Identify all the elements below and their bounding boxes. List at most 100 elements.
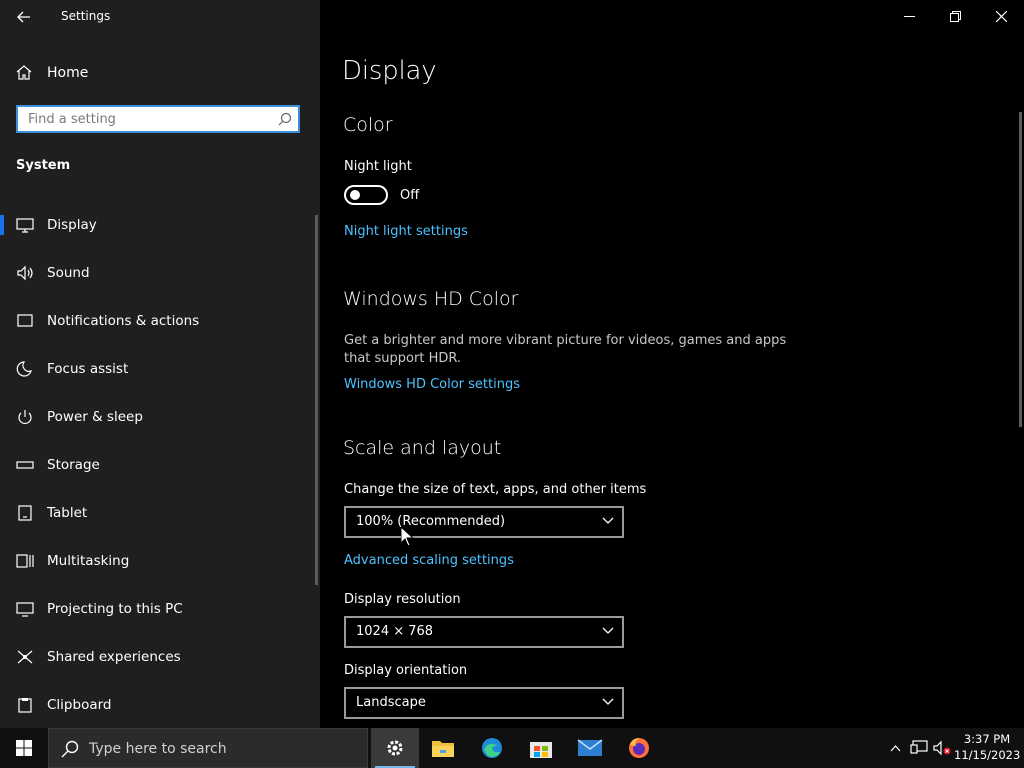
taskbar-mail[interactable] (566, 728, 614, 768)
sidebar-item-projecting[interactable]: Projecting to this PC (0, 589, 312, 629)
network-icon (910, 740, 928, 754)
edge-icon (482, 738, 502, 758)
sidebar-item-home[interactable]: Home (0, 58, 320, 88)
color-heading: Color (343, 114, 393, 136)
orientation-dropdown[interactable]: Landscape (344, 687, 624, 719)
sidebar-item-notifications[interactable]: Notifications & actions (0, 301, 312, 341)
clock-time: 3:37 PM (963, 732, 1011, 746)
firefox-icon (629, 738, 649, 758)
sidebar-item-clipboard[interactable]: Clipboard (0, 685, 312, 725)
notification-icon (17, 314, 33, 327)
sidebar-item-label: Focus assist (47, 361, 129, 377)
search-icon (61, 740, 79, 758)
projecting-icon (16, 602, 34, 617)
sidebar-item-multitasking[interactable]: Multitasking (0, 541, 312, 581)
hd-color-settings-link[interactable]: Windows HD Color settings (344, 377, 520, 392)
search-placeholder: Find a setting (28, 112, 116, 127)
night-light-settings-link[interactable]: Night light settings (344, 224, 468, 239)
sidebar-item-label: Notifications & actions (47, 313, 200, 329)
hd-color-description: Get a brighter and more vibrant picture … (344, 333, 787, 366)
clock-date: 11/15/2023 (954, 748, 1021, 762)
orientation-label: Display orientation (344, 663, 468, 678)
sidebar-item-label: Power & sleep (47, 409, 143, 425)
scale-dropdown[interactable]: 100% (Recommended) (344, 506, 624, 538)
network-tray-button[interactable] (907, 728, 931, 768)
resolution-value: 1024 × 768 (356, 624, 434, 639)
resolution-dropdown[interactable]: 1024 × 768 (344, 616, 624, 648)
mail-icon (577, 739, 603, 756)
mouse-cursor-icon (401, 527, 413, 546)
volume-tray-button[interactable] (931, 728, 953, 768)
multitasking-icon (16, 554, 34, 568)
minimize-icon (903, 15, 915, 17)
back-button[interactable] (12, 6, 36, 28)
show-hidden-icons-button[interactable] (884, 728, 906, 768)
minimize-button[interactable] (886, 0, 932, 33)
sidebar-item-focus-assist[interactable]: Focus assist (0, 349, 312, 389)
clipboard-icon (18, 698, 32, 713)
chevron-down-icon (602, 698, 614, 705)
sidebar-item-tablet[interactable]: Tablet (0, 493, 312, 533)
title-bar: Settings (0, 0, 320, 33)
toggle-knob (350, 190, 360, 200)
close-button[interactable] (978, 0, 1024, 33)
taskbar-search-placeholder: Type here to search (89, 741, 227, 757)
sidebar-item-label: Storage (47, 457, 100, 473)
restore-icon (949, 11, 961, 22)
app-title: Settings (61, 9, 111, 23)
taskbar-settings[interactable] (371, 728, 419, 768)
volume-muted-icon (933, 740, 951, 756)
scale-label: Change the size of text, apps, and other… (344, 482, 647, 497)
restore-button[interactable] (932, 0, 978, 33)
advanced-scaling-link[interactable]: Advanced scaling settings (344, 553, 514, 568)
taskbar-store[interactable] (517, 728, 565, 768)
taskbar-clock[interactable]: 3:37 PM 11/15/2023 (954, 731, 1020, 763)
power-icon (18, 410, 32, 424)
taskbar-search-box[interactable]: Type here to search (48, 728, 368, 768)
taskbar-edge[interactable] (468, 728, 516, 768)
sidebar-item-display[interactable]: Display (0, 205, 312, 245)
search-input[interactable]: Find a setting (16, 105, 300, 133)
sidebar-item-storage[interactable]: Storage (0, 445, 312, 485)
store-icon (530, 742, 552, 758)
sidebar-item-sound[interactable]: Sound (0, 253, 312, 293)
tablet-icon (18, 505, 32, 521)
speaker-icon (17, 265, 33, 281)
file-explorer-icon (432, 741, 454, 757)
scale-layout-heading: Scale and layout (343, 437, 502, 459)
close-icon (995, 11, 1007, 22)
night-light-label: Night light (344, 159, 412, 174)
sidebar-item-label: Shared experiences (47, 649, 181, 665)
start-button[interactable] (0, 728, 48, 768)
orientation-value: Landscape (356, 695, 426, 710)
main-scrollbar[interactable] (1019, 112, 1022, 427)
sidebar-item-label: Home (47, 65, 89, 81)
night-light-state: Off (400, 188, 420, 203)
taskbar-file-explorer[interactable] (419, 728, 467, 768)
windows-logo-icon (16, 740, 32, 756)
sidebar-item-label: Multitasking (47, 553, 130, 569)
taskbar-firefox[interactable] (615, 728, 663, 768)
sidebar-item-label: Sound (47, 265, 90, 281)
back-arrow-icon (17, 11, 30, 23)
page-title: Display (342, 56, 437, 86)
sidebar-item-label: Projecting to this PC (47, 601, 183, 617)
taskbar: Type here to search 3:37 PM 11/15/2023 (0, 728, 1024, 768)
sidebar-item-label: Clipboard (47, 697, 112, 713)
night-light-toggle[interactable] (344, 185, 388, 205)
sidebar-item-label: Tablet (47, 505, 88, 521)
section-header: System (16, 158, 71, 173)
storage-icon (16, 461, 34, 469)
home-icon (16, 65, 32, 80)
search-icon (278, 112, 292, 126)
scale-value: 100% (Recommended) (356, 514, 506, 529)
sidebar-item-label: Display (47, 217, 97, 233)
sidebar: Settings Home Find a setting System Disp… (0, 0, 320, 728)
chevron-up-icon (890, 744, 900, 751)
sidebar-item-shared-experiences[interactable]: Shared experiences (0, 637, 312, 677)
resolution-label: Display resolution (344, 592, 461, 607)
sidebar-item-power-sleep[interactable]: Power & sleep (0, 397, 312, 437)
moon-icon (16, 361, 32, 377)
settings-icon (387, 740, 403, 756)
sidebar-scrollbar[interactable] (315, 215, 318, 585)
